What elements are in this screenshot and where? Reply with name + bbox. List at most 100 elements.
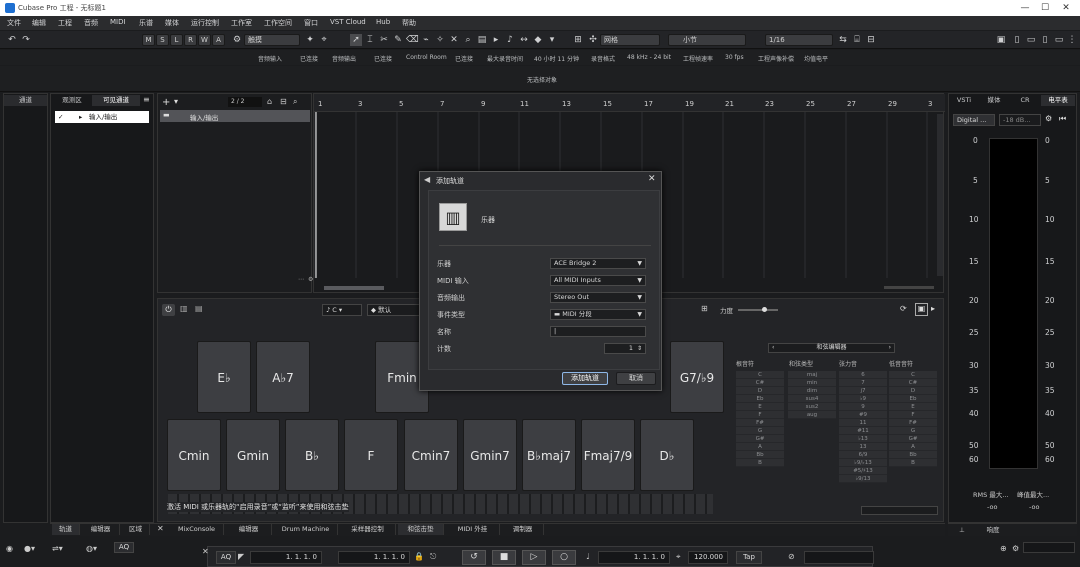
left-zone-toggle-icon[interactable]: ▯: [1011, 34, 1023, 46]
record-mode-icon[interactable]: ◉: [6, 544, 13, 553]
tab-sampler-control[interactable]: 采样器控制: [340, 524, 396, 535]
chord-pad[interactable]: D♭: [640, 419, 694, 491]
left-locator-field[interactable]: 1. 1. 1. 0: [250, 551, 322, 564]
eraser-tool-icon[interactable]: ⌫: [406, 34, 419, 46]
root-note[interactable]: F#: [736, 419, 784, 427]
close-transport-icon[interactable]: ✕: [202, 547, 209, 556]
meter-settings-icon[interactable]: ⚙: [1045, 114, 1052, 123]
audio-output-select[interactable]: Stereo Out ▼: [550, 292, 646, 303]
lock-icon[interactable]: 🔒: [414, 552, 424, 561]
editor-toggle-icon[interactable]: ▣: [915, 303, 928, 316]
marker-field[interactable]: [1023, 542, 1075, 553]
midi-input-select[interactable]: All MIDI Inputs ▼: [550, 275, 646, 286]
right-zone-toggle-icon[interactable]: ▯: [1039, 34, 1051, 46]
tension[interactable]: ♭13: [839, 435, 887, 443]
pencil-tool-icon[interactable]: ✎: [392, 34, 404, 46]
cycle-button[interactable]: ↺: [462, 550, 486, 565]
auto-quantize-icon[interactable]: ◍▾: [86, 544, 97, 553]
tab-editor[interactable]: 编辑器: [82, 524, 120, 535]
warp-tool-icon[interactable]: ↔: [518, 34, 530, 46]
root-note[interactable]: A: [736, 443, 784, 451]
chord-type[interactable]: aug: [788, 411, 836, 419]
sync-icon[interactable]: ⊘: [788, 552, 795, 561]
tab-visibility[interactable]: 可见通道: [92, 95, 140, 106]
instrument-keys-icon[interactable]: ▥: [439, 203, 467, 231]
instrument-select[interactable]: ACE Bridge 2 ▼: [550, 258, 646, 269]
grid-unit-select[interactable]: 小节: [668, 34, 746, 46]
name-input[interactable]: |: [550, 326, 646, 337]
right-locator-field[interactable]: 1. 1. 1. 0: [338, 551, 410, 564]
search-icon[interactable]: ⌕: [293, 97, 297, 107]
type-column[interactable]: maj min dim sus4 sus2 aug: [788, 371, 836, 419]
chord-pad[interactable]: B♭: [285, 419, 339, 491]
root-note[interactable]: Bb: [736, 451, 784, 459]
speaker-tool-icon[interactable]: ♪: [504, 34, 516, 46]
chord-pad[interactable]: G7/♭9: [670, 341, 724, 413]
lower-zone-toggle-icon[interactable]: ▭: [1025, 34, 1037, 46]
stepper-icon[interactable]: ⇕: [637, 344, 642, 353]
dialog-close-icon[interactable]: ✕: [648, 174, 656, 184]
expand-panel-icon[interactable]: ▸: [931, 304, 935, 313]
menu-vst-cloud[interactable]: VST Cloud: [330, 18, 366, 26]
key-select[interactable]: ♪ C ▾: [322, 304, 362, 316]
undo-icon[interactable]: ↶: [6, 34, 18, 46]
position-field[interactable]: 1. 1. 1. 0: [598, 551, 670, 564]
transport-toggle-icon[interactable]: ▭: [1053, 34, 1065, 46]
listen-mode-button[interactable]: L: [170, 34, 183, 46]
tension[interactable]: ♭9: [839, 395, 887, 403]
aq-button[interactable]: AQ: [216, 551, 236, 564]
time-format-icon[interactable]: ♩: [586, 552, 590, 561]
tab-chord-pads[interactable]: 和弦击垫: [398, 524, 444, 535]
tempo-field[interactable]: 120.000: [688, 551, 728, 564]
automation-icon[interactable]: ⚙: [231, 34, 243, 46]
root-note[interactable]: C: [736, 371, 784, 379]
velocity-slider-thumb[interactable]: [762, 307, 767, 312]
mute-tool-icon[interactable]: ✕: [448, 34, 460, 46]
next-chord-icon[interactable]: ›: [889, 344, 891, 352]
layout-icon[interactable]: ▣: [995, 34, 1007, 46]
chord-pad[interactable]: E♭: [197, 341, 251, 413]
chord-grid-icon[interactable]: ⊞: [701, 304, 708, 313]
chord-pad[interactable]: A♭7: [256, 341, 310, 413]
chord-type[interactable]: min: [788, 379, 836, 387]
node-icon[interactable]: ✦: [304, 34, 316, 46]
home-icon[interactable]: ⌂: [267, 97, 272, 106]
visibility-track-item[interactable]: ✓ ▸ 输入/输出: [55, 111, 149, 123]
read-mode-button[interactable]: R: [184, 34, 197, 46]
close-tab-icon[interactable]: ✕: [157, 524, 164, 533]
cycle-mode-icon[interactable]: ⇌▾: [52, 544, 63, 553]
check-icon[interactable]: ✓: [58, 111, 63, 123]
toolbar-settings-icon[interactable]: ⋮: [1066, 34, 1078, 46]
chord-pad[interactable]: Cmin: [167, 419, 221, 491]
meter-tab-icon[interactable]: ⊥: [952, 525, 972, 536]
menu-workspaces[interactable]: 工作空间: [264, 18, 292, 28]
touch-mode-select[interactable]: 触摸: [244, 34, 300, 46]
redo-icon[interactable]: ↷: [20, 34, 32, 46]
chord-pad[interactable]: Cmin7: [404, 419, 458, 491]
bass-column[interactable]: C C# D Eb E F F# G G# A Bb B: [889, 371, 937, 467]
solo-mode-button[interactable]: S: [156, 34, 169, 46]
bass-note[interactable]: F#: [889, 419, 937, 427]
tab-region[interactable]: 区域: [122, 524, 150, 535]
tab-tracks[interactable]: 轨道: [52, 524, 80, 535]
chord-type[interactable]: sus4: [788, 395, 836, 403]
event-type-select[interactable]: ▬ MIDI 分段 ▼: [550, 309, 646, 320]
range-tool-icon[interactable]: ⌶: [364, 34, 376, 46]
settings-icon[interactable]: ⚙: [1012, 544, 1019, 553]
tension[interactable]: #11: [839, 427, 887, 435]
chord-type[interactable]: dim: [788, 387, 836, 395]
menu-window[interactable]: 窗口: [304, 18, 318, 28]
tab-drum-machine[interactable]: Drum Machine: [274, 524, 338, 535]
add-track-button[interactable]: 添加轨道: [562, 372, 608, 385]
cancel-button[interactable]: 取消: [616, 372, 656, 385]
tab-vsti[interactable]: VSTi: [951, 95, 977, 106]
wand-tool-icon[interactable]: ✧: [434, 34, 446, 46]
menu-project[interactable]: 工程: [58, 18, 72, 28]
menu-hub[interactable]: Hub: [376, 18, 390, 26]
count-stepper[interactable]: 1 ⇕: [604, 343, 646, 354]
root-note[interactable]: G: [736, 427, 784, 435]
play-tool-icon[interactable]: ▸: [490, 34, 502, 46]
menu-help[interactable]: 帮助: [402, 18, 416, 28]
chord-type[interactable]: sus2: [788, 403, 836, 411]
root-note[interactable]: G#: [736, 435, 784, 443]
